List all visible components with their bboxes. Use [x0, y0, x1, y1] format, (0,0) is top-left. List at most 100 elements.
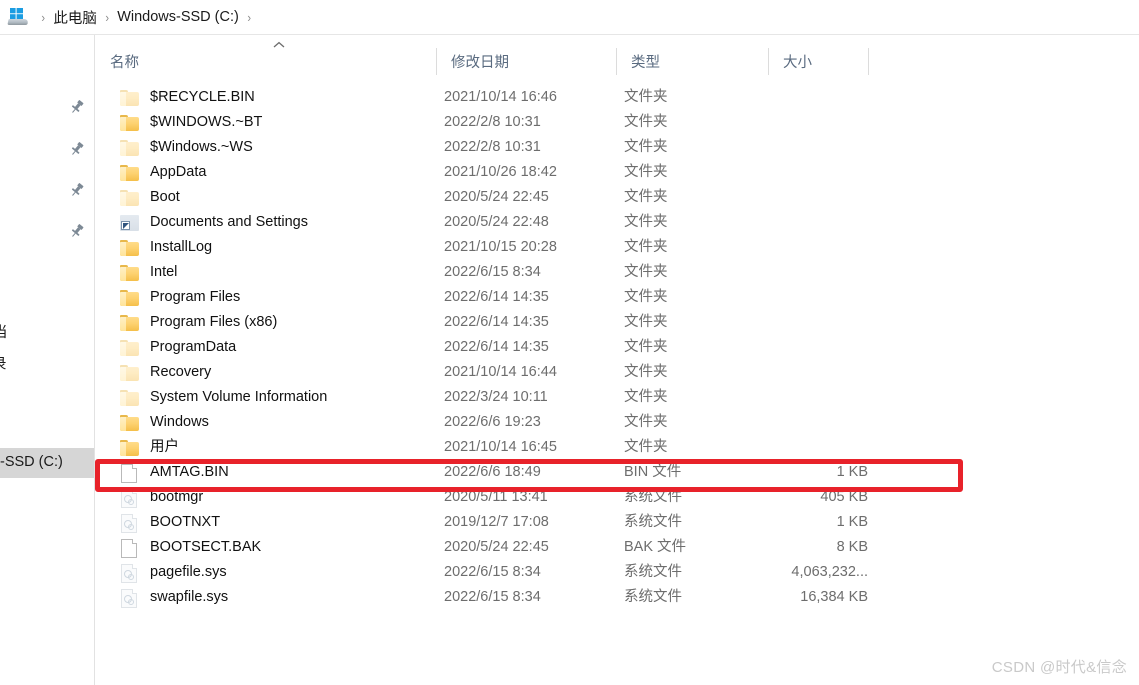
file-icon: [120, 538, 140, 558]
breadcrumb-item-windows-ssd-c[interactable]: Windows-SSD (C:): [116, 7, 240, 27]
table-row[interactable]: BOOTNXT 2019/12/7 17:08 系统文件 1 KB: [96, 510, 1139, 535]
pin-icon[interactable]: [69, 223, 85, 239]
file-name-cell[interactable]: $Windows.~WS: [96, 135, 253, 160]
navigation-pane[interactable]: 当 录 -SSD (C:): [0, 35, 95, 685]
file-name-label: Windows: [150, 414, 209, 430]
address-bar[interactable]: › 此电脑 › Windows-SSD (C:) ›: [0, 0, 1139, 35]
file-type-cell: 文件夹: [624, 389, 668, 405]
file-name-cell[interactable]: Documents and Settings: [96, 210, 308, 235]
file-size-cell: [676, 135, 868, 160]
table-row[interactable]: pagefile.sys 2022/6/15 8:34 系统文件 4,063,232.…: [96, 560, 1139, 585]
table-row[interactable]: System Volume Information 2022/3/24 10:11…: [96, 385, 1139, 410]
file-name-label: Recovery: [150, 364, 212, 380]
table-row[interactable]: swapfile.sys 2022/6/15 8:34 系统文件 16,384 KB: [96, 585, 1139, 610]
breadcrumb-item-this-pc[interactable]: 此电脑: [52, 5, 98, 30]
nav-pin-row-1[interactable]: [0, 137, 94, 163]
file-name-label: Program Files (x86): [150, 314, 278, 330]
file-list[interactable]: $RECYCLE.BIN 2021/10/14 16:46 文件夹 $WINDOWS.…: [96, 84, 1139, 664]
file-name-label: Program Files: [150, 289, 241, 305]
file-name-cell[interactable]: BOOTSECT.BAK: [96, 535, 261, 560]
nav-pin-row-3[interactable]: [0, 219, 94, 245]
file-date-cell: 2022/6/15 8:34: [444, 264, 541, 280]
table-row[interactable]: $WINDOWS.~BT 2022/2/8 10:31 文件夹: [96, 110, 1139, 135]
folder-icon: [120, 263, 140, 283]
pin-icon[interactable]: [69, 141, 85, 157]
table-row[interactable]: AMTAG.BIN 2022/6/6 18:49 BIN 文件 1 KB: [96, 460, 1139, 485]
table-row[interactable]: bootmgr 2020/5/11 13:41 系统文件 405 KB: [96, 485, 1139, 510]
file-date-cell: 2020/5/24 22:45: [444, 189, 549, 205]
table-row[interactable]: Documents and Settings 2020/5/24 22:48 文件夹: [96, 210, 1139, 235]
pin-icon[interactable]: [69, 182, 85, 198]
table-row[interactable]: Program Files (x86) 2022/6/14 14:35 文件夹: [96, 310, 1139, 335]
file-name-cell[interactable]: Boot: [96, 185, 180, 210]
nav-item-windows-ssd-c-selected[interactable]: -SSD (C:): [0, 448, 94, 478]
file-name-cell[interactable]: System Volume Information: [96, 385, 327, 410]
column-header-name[interactable]: 名称: [96, 42, 436, 80]
file-name-cell[interactable]: Recovery: [96, 360, 211, 385]
file-name-cell[interactable]: Program Files: [96, 285, 240, 310]
nav-item-clipped-1[interactable]: 录: [0, 355, 7, 375]
pin-icon[interactable]: [69, 99, 85, 115]
folder-icon: [120, 363, 140, 383]
table-row[interactable]: $Windows.~WS 2022/2/8 10:31 文件夹: [96, 135, 1139, 160]
table-row[interactable]: $RECYCLE.BIN 2021/10/14 16:46 文件夹: [96, 85, 1139, 110]
file-name-label: Intel: [150, 264, 178, 280]
nav-pin-row-0[interactable]: [0, 95, 94, 121]
file-name-cell[interactable]: InstallLog: [96, 235, 212, 260]
table-row[interactable]: Program Files 2022/6/14 14:35 文件夹: [96, 285, 1139, 310]
file-name-label: InstallLog: [150, 239, 213, 255]
file-date-cell: 2022/6/15 8:34: [444, 564, 541, 580]
file-name-cell[interactable]: Program Files (x86): [96, 310, 277, 335]
file-size-cell: [676, 235, 868, 260]
file-date-cell: 2022/6/14 14:35: [444, 289, 549, 305]
column-header-date-modified-label: 修改日期: [451, 54, 509, 71]
file-type-cell: 文件夹: [624, 139, 668, 155]
file-name-cell[interactable]: swapfile.sys: [96, 585, 228, 610]
system-file-icon: [120, 488, 140, 508]
file-name-cell[interactable]: Intel: [96, 260, 177, 285]
file-date-cell: 2022/6/15 8:34: [444, 589, 541, 605]
file-type-cell: 系统文件: [624, 589, 682, 605]
file-name-cell[interactable]: AMTAG.BIN: [96, 460, 229, 485]
file-name-cell[interactable]: $RECYCLE.BIN: [96, 85, 255, 110]
table-row[interactable]: Recovery 2021/10/14 16:44 文件夹: [96, 360, 1139, 385]
breadcrumb-separator-1: ›: [105, 9, 109, 25]
file-name-label: bootmgr: [150, 489, 204, 505]
file-size-cell: [676, 110, 868, 135]
column-header-type[interactable]: 类型: [617, 42, 768, 80]
file-name-label: Boot: [150, 189, 180, 205]
junction-folder-icon: [120, 213, 140, 233]
table-row[interactable]: Boot 2020/5/24 22:45 文件夹: [96, 185, 1139, 210]
table-row[interactable]: AppData 2021/10/26 18:42 文件夹: [96, 160, 1139, 185]
table-row[interactable]: Windows 2022/6/6 19:23 文件夹: [96, 410, 1139, 435]
table-row[interactable]: Intel 2022/6/15 8:34 文件夹: [96, 260, 1139, 285]
file-name-cell[interactable]: BOOTNXT: [96, 510, 220, 535]
folder-icon: [120, 388, 140, 408]
column-divider-4[interactable]: [868, 48, 869, 75]
table-row[interactable]: InstallLog 2021/10/15 20:28 文件夹: [96, 235, 1139, 260]
file-name-cell[interactable]: 用户: [96, 435, 179, 460]
table-row[interactable]: 用户 2021/10/14 16:45 文件夹: [96, 435, 1139, 460]
file-name-label: Documents and Settings: [150, 214, 308, 230]
file-name-cell[interactable]: pagefile.sys: [96, 560, 227, 585]
table-row[interactable]: ProgramData 2022/6/14 14:35 文件夹: [96, 335, 1139, 360]
file-name-cell[interactable]: ProgramData: [96, 335, 236, 360]
file-name-label: BOOTSECT.BAK: [150, 539, 262, 555]
file-size-cell: 4,063,232...: [791, 564, 868, 580]
folder-icon: [120, 188, 140, 208]
breadcrumb-separator-2[interactable]: ›: [247, 10, 251, 25]
file-name-cell[interactable]: bootmgr: [96, 485, 203, 510]
file-name-cell[interactable]: Windows: [96, 410, 209, 435]
file-date-cell: 2021/10/26 18:42: [444, 164, 557, 180]
nav-pin-row-2[interactable]: [0, 178, 94, 204]
file-date-cell: 2022/3/24 10:11: [444, 389, 548, 405]
file-date-cell: 2022/2/8 10:31: [444, 114, 541, 130]
file-name-cell[interactable]: AppData: [96, 160, 206, 185]
column-header-date-modified[interactable]: 修改日期: [437, 42, 616, 80]
column-header-size[interactable]: 大小: [769, 42, 868, 80]
nav-item-clipped-0[interactable]: 当: [0, 323, 8, 343]
file-date-cell: 2022/6/14 14:35: [444, 339, 549, 355]
file-name-cell[interactable]: $WINDOWS.~BT: [96, 110, 262, 135]
file-type-cell: 文件夹: [624, 239, 668, 255]
table-row[interactable]: BOOTSECT.BAK 2020/5/24 22:45 BAK 文件 8 KB: [96, 535, 1139, 560]
